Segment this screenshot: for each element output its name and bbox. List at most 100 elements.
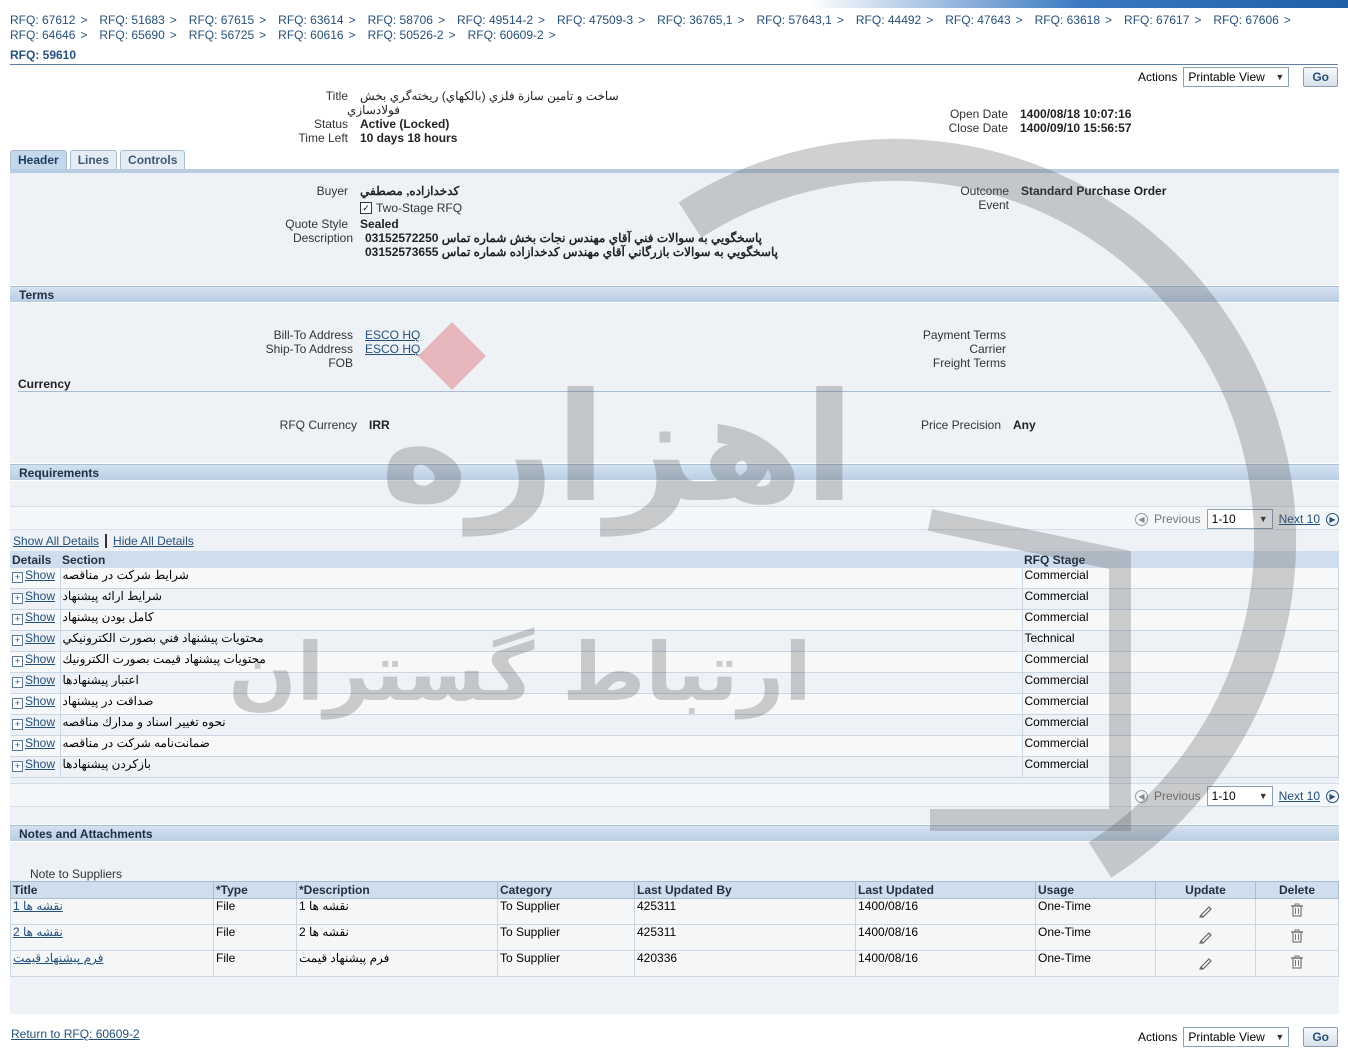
hide-all-details-link[interactable]: Hide All Details (113, 534, 194, 548)
description-cell: فرم پيشنهاد قيمت (296, 950, 498, 977)
return-link[interactable]: Return to RFQ: 60609-2 (11, 1027, 140, 1041)
expand-icon[interactable]: + (12, 740, 23, 751)
show-link[interactable]: Show (25, 715, 55, 729)
actions-select-bottom[interactable]: Printable View ▼ (1183, 1027, 1290, 1047)
show-link[interactable]: Show (25, 568, 55, 582)
chevron-down-icon: ▼ (1258, 791, 1268, 801)
breadcrumb-item[interactable]: RFQ: 63618 > (1035, 13, 1112, 28)
range-value: 1-10 (1211, 512, 1236, 526)
go-button-bottom[interactable]: Go (1303, 1027, 1338, 1047)
show-link[interactable]: Show (25, 736, 55, 750)
breadcrumb-separator-icon: > (638, 13, 646, 27)
tab-lines[interactable]: Lines (69, 150, 118, 171)
breadcrumb-item[interactable]: RFQ: 64646 > (10, 28, 87, 43)
last-updated-cell: 1400/08/16 (855, 924, 1036, 951)
trash-icon[interactable] (1289, 902, 1305, 918)
expand-icon[interactable]: + (12, 593, 23, 604)
breadcrumb-item[interactable]: RFQ: 60609-2 > (468, 28, 556, 43)
breadcrumb-item[interactable]: RFQ: 56725 > (189, 28, 266, 43)
breadcrumb-label: RFQ: 67617 (1124, 13, 1190, 27)
breadcrumb-item[interactable]: RFQ: 50526-2 > (368, 28, 456, 43)
breadcrumb-item[interactable]: RFQ: 51683 > (99, 13, 176, 28)
description-label: Description (292, 231, 353, 245)
breadcrumb-label: RFQ: 64646 (10, 28, 76, 42)
breadcrumb-item[interactable]: RFQ: 67612 > (10, 13, 87, 28)
stage-cell: Commercial (1022, 609, 1339, 631)
range-select-bottom[interactable]: 1-10 ▼ (1206, 786, 1273, 806)
show-link[interactable]: Show (25, 589, 55, 603)
pencil-icon[interactable] (1198, 902, 1214, 918)
show-all-details-link[interactable]: Show All Details (13, 534, 99, 548)
show-link[interactable]: Show (25, 757, 55, 771)
breadcrumb-label: RFQ: 63618 (1034, 13, 1101, 27)
breadcrumb-label: RFQ: 51683 (99, 13, 165, 27)
last-updated-cell: 1400/08/16 (855, 898, 1036, 925)
expand-icon[interactable]: + (12, 761, 23, 772)
breadcrumb-item[interactable]: RFQ: 57643,1 > (756, 13, 843, 28)
breadcrumb-separator-icon: > (1194, 13, 1202, 27)
breadcrumb-separator-icon: > (169, 28, 177, 42)
expand-icon[interactable]: + (12, 635, 23, 646)
breadcrumb-item[interactable]: RFQ: 36765,1 > (657, 13, 744, 28)
tab-controls[interactable]: Controls (120, 150, 186, 171)
attachment-title-link[interactable]: نقشه ها 1 (13, 899, 63, 913)
previous-label: Previous (1153, 512, 1201, 526)
expand-icon[interactable]: + (12, 572, 23, 583)
bill-to-link[interactable]: ESCO HQ (365, 328, 420, 342)
expand-icon[interactable]: + (12, 698, 23, 709)
tab-header[interactable]: Header (10, 150, 67, 171)
pager-top: ◀ Previous 1-10 ▼ Next 10 ▶ (1134, 509, 1339, 529)
breadcrumb-item[interactable]: RFQ: 67617 > (1124, 13, 1201, 28)
category-cell: To Supplier (497, 898, 635, 925)
expand-icon[interactable]: + (12, 677, 23, 688)
next-link-top[interactable]: Next 10 (1279, 512, 1320, 526)
actions-label: Actions (1137, 1030, 1178, 1044)
breadcrumb-label: RFQ: 67612 (10, 13, 76, 27)
breadcrumb-item[interactable]: RFQ: 44492 > (856, 13, 933, 28)
details-cell: + Show (10, 672, 61, 694)
col-details: Details (10, 551, 60, 568)
range-select-top[interactable]: 1-10 ▼ (1206, 509, 1273, 529)
pencil-icon[interactable] (1198, 928, 1214, 944)
section-cell: محتويات پيشنهاد فني بصورت الكترونيكي (60, 630, 1023, 652)
open-date-value: 1400/08/18 10:07:16 (1020, 107, 1132, 121)
breadcrumb-item[interactable]: RFQ: 67615 > (189, 13, 266, 28)
ship-to-link[interactable]: ESCO HQ (365, 342, 420, 356)
actions-select[interactable]: Printable View ▼ (1183, 67, 1290, 87)
last-updated-by-cell: 425311 (634, 924, 856, 951)
show-link[interactable]: Show (25, 694, 55, 708)
section-cell: شرايط ارائه پيشنهاد (60, 588, 1023, 610)
next-icon[interactable]: ▶ (1326, 789, 1339, 803)
pencil-icon[interactable] (1198, 954, 1214, 970)
details-toggle-row: Show All Details Hide All Details (13, 534, 194, 548)
table-row: نقشه ها 2 File نقشه ها 2 To Supplier 425311 1… (10, 924, 1339, 951)
breadcrumb-item[interactable]: RFQ: 47643 > (945, 13, 1022, 28)
show-link[interactable]: Show (25, 610, 55, 624)
show-link[interactable]: Show (25, 673, 55, 687)
expand-icon[interactable]: + (12, 614, 23, 625)
breadcrumb-item[interactable]: RFQ: 67606 > (1213, 13, 1290, 28)
breadcrumb-item[interactable]: RFQ: 58706 > (368, 13, 445, 28)
expand-icon[interactable]: + (12, 656, 23, 667)
col-type: *Type (213, 881, 297, 899)
trash-icon[interactable] (1289, 928, 1305, 944)
show-link[interactable]: Show (25, 631, 55, 645)
breadcrumb-item[interactable]: RFQ: 63614 > (278, 13, 355, 28)
breadcrumb-item[interactable]: RFQ: 65690 > (99, 28, 176, 43)
attachment-title-link[interactable]: فرم پيشنهاد قيمت (13, 951, 103, 965)
go-button[interactable]: Go (1303, 67, 1338, 87)
show-link[interactable]: Show (25, 652, 55, 666)
attachment-title-link[interactable]: نقشه ها 2 (13, 925, 63, 939)
stage-cell: Commercial (1022, 588, 1339, 610)
breadcrumb-item[interactable]: RFQ: 47509-3 > (557, 13, 645, 28)
buyer-label: Buyer (316, 184, 348, 198)
two-stage-checkbox[interactable]: ✓ (360, 202, 372, 214)
trash-icon[interactable] (1289, 954, 1305, 970)
next-icon[interactable]: ▶ (1326, 512, 1339, 526)
top-banner-strip (0, 0, 1348, 8)
next-link-bottom[interactable]: Next 10 (1279, 789, 1320, 803)
expand-icon[interactable]: + (12, 719, 23, 730)
breadcrumb-separator-icon: > (548, 28, 556, 42)
breadcrumb-item[interactable]: RFQ: 49514-2 > (457, 13, 545, 28)
breadcrumb-item[interactable]: RFQ: 60616 > (278, 28, 355, 43)
